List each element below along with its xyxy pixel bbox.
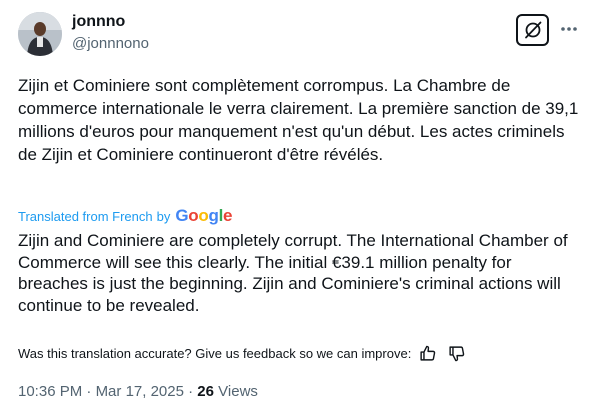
- tweet-translated-text: Zijin and Cominiere are completely corru…: [18, 231, 568, 315]
- meta-separator: ·: [188, 383, 194, 400]
- avatar-image: [18, 12, 62, 56]
- meta-separator: ·: [86, 383, 92, 400]
- thumbs-down-icon: [449, 345, 465, 361]
- tweet-meta: 10:36 PM · Mar 17, 2025 · 26 Views: [18, 383, 258, 400]
- thumbs-up-icon: [420, 345, 436, 361]
- translation-attribution[interactable]: Translated from French by Google: [18, 206, 232, 226]
- user-info: jonnno @jonnnono: [72, 12, 149, 54]
- avatar[interactable]: [18, 12, 62, 56]
- by-label: by: [156, 208, 171, 224]
- tweet-date[interactable]: Mar 17, 2025: [96, 383, 184, 400]
- more-options-button[interactable]: [558, 18, 580, 40]
- more-dots-icon: [561, 27, 577, 31]
- translated-from-label[interactable]: Translated from French: [18, 209, 153, 224]
- tweet-original-text: Zijin et Cominiere sont complètement cor…: [18, 76, 579, 164]
- grok-icon: [524, 21, 541, 39]
- grok-button[interactable]: [516, 14, 549, 46]
- thumbs-up-button[interactable]: [417, 343, 437, 363]
- thumbs-down-button[interactable]: [446, 343, 466, 363]
- user-handle[interactable]: @jonnnono: [72, 34, 149, 54]
- views-label: Views: [218, 383, 258, 400]
- display-name[interactable]: jonnno: [72, 12, 149, 32]
- translation-feedback: Was this translation accurate? Give us f…: [18, 343, 466, 363]
- tweet-time[interactable]: 10:36 PM: [18, 383, 82, 400]
- feedback-question: Was this translation accurate? Give us f…: [18, 345, 412, 361]
- google-logo: Google: [175, 206, 233, 225]
- views-count: 26: [197, 383, 214, 400]
